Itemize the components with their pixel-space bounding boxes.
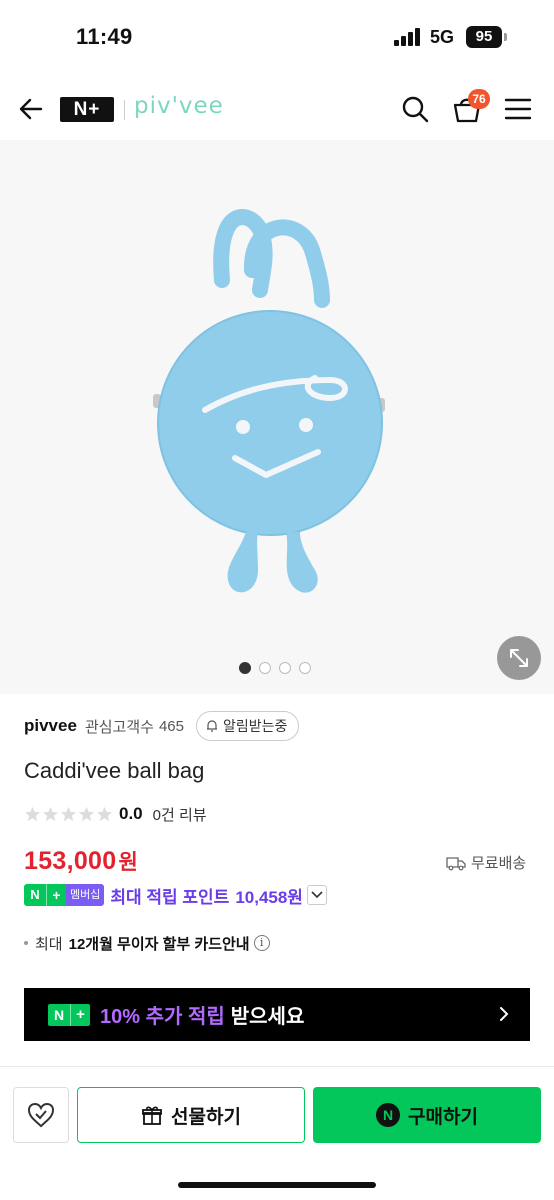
gift-label: 선물하기 <box>171 1106 241 1128</box>
rating-value: 0.0 <box>119 804 143 823</box>
points-label: 최대 적립 포인트 <box>110 887 230 907</box>
bell-icon <box>206 720 217 732</box>
image-pagination <box>239 662 311 674</box>
shipping-label: 무료배송 <box>471 855 527 872</box>
ball-bag-illustration <box>153 209 385 593</box>
pagination-dot-2[interactable] <box>259 662 271 674</box>
battery-cap <box>504 33 507 41</box>
pagination-dot-3[interactable] <box>279 662 291 674</box>
wishlist-button[interactable] <box>13 1087 69 1143</box>
rating-summary[interactable]: 0.0 0건 리뷰 <box>24 802 207 826</box>
nplus-promo-banner[interactable]: N + 10% 추가 적립 받으세요 <box>24 988 530 1041</box>
installment-info[interactable]: 최대 12개월 무이자 할부 카드안내 i <box>24 932 270 954</box>
nplus-membership-badge: N + 멤버십 <box>24 884 105 906</box>
chevron-right-icon <box>500 1007 509 1021</box>
battery-icon: 95 <box>466 26 502 48</box>
gift-icon <box>142 1106 162 1125</box>
buy-button[interactable]: N 구매하기 <box>313 1087 541 1143</box>
gift-button[interactable]: 선물하기 <box>77 1087 305 1143</box>
points-value: 10,458원 <box>235 887 303 907</box>
membership-points[interactable]: N + 멤버십 최대 적립 포인트 10,458원 <box>24 882 327 908</box>
promo-badge-n: N <box>48 1003 70 1026</box>
promo-badge-plus: + <box>70 1003 90 1026</box>
installment-text: 12개월 무이자 할부 카드안내 <box>68 935 250 953</box>
product-image[interactable] <box>0 140 554 694</box>
cellular-signal-icon <box>394 28 422 46</box>
follower-count: 465 <box>158 717 184 735</box>
truck-icon <box>446 856 466 870</box>
price-value: 153,000 <box>24 847 117 875</box>
network-type: 5G <box>430 27 455 47</box>
notification-toggle-button[interactable]: 알림받는중 <box>195 711 300 741</box>
installment-prefix: 최대 <box>35 935 63 953</box>
star-rating <box>24 806 113 823</box>
seller-info: pivvee 관심고객수 465 알림받는중 <box>24 711 300 741</box>
points-expand-button[interactable] <box>306 885 327 905</box>
status-bar: 11:49 5G 95 <box>0 0 554 70</box>
top-navigation: N+ piv'vee 76 <box>0 78 554 140</box>
info-icon[interactable]: i <box>253 935 270 951</box>
naver-pay-icon: N <box>376 1103 401 1127</box>
menu-icon <box>504 98 532 120</box>
star-icon <box>60 806 77 821</box>
status-time: 11:49 <box>76 24 133 49</box>
buy-label: 구매하기 <box>408 1106 478 1128</box>
pagination-dot-1[interactable] <box>239 662 251 674</box>
star-icon <box>78 806 95 821</box>
badge-n: N <box>24 884 46 906</box>
chevron-down-icon <box>311 891 323 899</box>
search-icon <box>402 96 429 123</box>
notification-label: 알림받는중 <box>222 718 288 734</box>
badge-membership: 멤버십 <box>66 884 105 906</box>
back-arrow-icon <box>19 98 43 120</box>
shipping-info: 무료배송 <box>446 852 526 873</box>
divider <box>0 1066 554 1067</box>
price-unit: 원 <box>118 851 138 874</box>
star-icon <box>42 806 59 821</box>
menu-button[interactable] <box>504 96 532 122</box>
review-count[interactable]: 0건 리뷰 <box>153 804 207 825</box>
product-title: Caddi'vee ball bag <box>24 758 205 783</box>
back-button[interactable] <box>16 94 46 124</box>
search-button[interactable] <box>400 94 430 124</box>
expand-image-button[interactable] <box>497 636 541 680</box>
star-icon <box>96 806 113 821</box>
price: 153,000 원 <box>24 846 138 876</box>
home-indicator[interactable] <box>178 1182 376 1188</box>
bullet <box>24 941 28 945</box>
nplus-store-logo[interactable]: N+ <box>60 97 114 122</box>
promo-highlight: 10% 추가 적립 <box>100 1006 225 1028</box>
badge-plus: + <box>46 884 66 906</box>
promo-text: 받으세요 <box>230 1006 305 1028</box>
expand-icon <box>510 649 528 667</box>
logo-divider <box>124 100 125 120</box>
star-icon <box>24 806 41 821</box>
cart-count-badge: 76 <box>468 89 490 109</box>
brand-logo[interactable]: piv'vee <box>134 93 224 119</box>
follower-label: 관심고객수 <box>84 718 154 736</box>
seller-name[interactable]: pivvee <box>24 716 77 736</box>
pagination-dot-4[interactable] <box>299 662 311 674</box>
heart-check-icon <box>27 1102 55 1128</box>
